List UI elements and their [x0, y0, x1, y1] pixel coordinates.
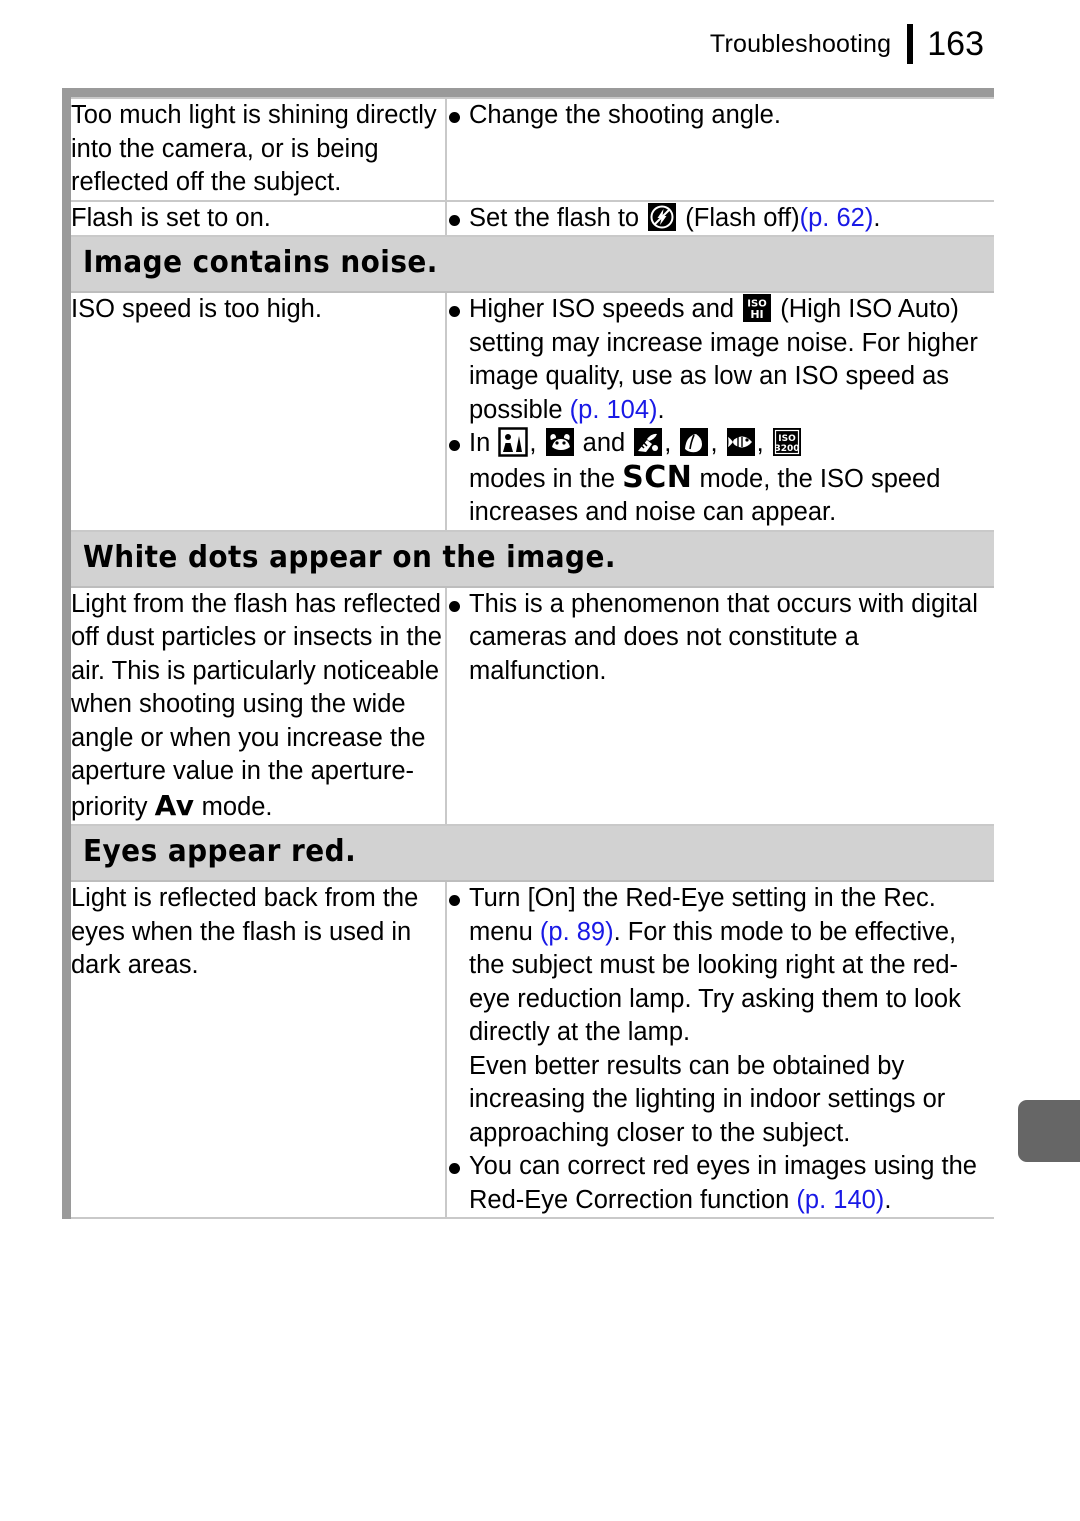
section-title: Image contains noise.: [83, 245, 438, 280]
icon-separator: ,: [529, 429, 537, 457]
page-header: Troubleshooting 163: [710, 22, 984, 66]
remedy-list: Set the flash to (Flash off)(p. 62).: [447, 202, 994, 236]
remedy-text: (Flash off): [685, 203, 800, 232]
page-reference-link[interactable]: (p. 104): [570, 396, 658, 424]
page-reference-link[interactable]: (p. 62): [800, 204, 874, 232]
content-frame: Too much light is shining directly into …: [62, 88, 994, 1219]
section-heading: Image contains noise.: [71, 237, 994, 291]
night-snapshot-icon: [498, 427, 529, 457]
remedy-list: Turn [On] the Red-Eye setting in the Rec…: [447, 882, 994, 1217]
remedy-cell: Turn [On] the Red-Eye setting in the Rec…: [446, 880, 994, 1219]
svg-text:3200: 3200: [774, 444, 799, 454]
section-heading-cell: Eyes appear red.: [71, 824, 994, 882]
header-divider: [907, 24, 914, 64]
cause-cell: Too much light is shining directly into …: [71, 97, 447, 202]
cause-text-tail: mode.: [201, 792, 273, 821]
kids-and-pets-icon: [545, 427, 575, 457]
av-mode-label: Av: [154, 788, 195, 822]
list-item: Set the flash to (Flash off)(p. 62).: [447, 202, 994, 236]
svg-text:HI: HI: [751, 308, 764, 321]
remedy-cell: Higher ISO speeds and ISO HI (High ISO A…: [446, 291, 994, 532]
list-item: This is a phenomenon that occurs with di…: [447, 588, 994, 689]
remedy-text: Set the flash to: [469, 203, 640, 232]
remedy-list: Higher ISO speeds and ISO HI (High ISO A…: [447, 293, 994, 530]
flash-off-icon: [647, 202, 677, 232]
remedy-text: .: [657, 395, 665, 424]
table-row: Light from the flash has reflected off d…: [71, 585, 994, 826]
remedy-list: This is a phenomenon that occurs with di…: [447, 588, 994, 689]
page-reference-link[interactable]: (p. 89): [540, 918, 614, 946]
underwater-icon: [726, 427, 756, 457]
table-row: Flash is set to on. Set the flash to (Fl…: [71, 199, 994, 237]
page-number: 163: [927, 25, 984, 63]
iso-3200-icon: ISO 3200: [772, 427, 802, 457]
remedy-cell: Set the flash to (Flash off)(p. 62).: [446, 199, 994, 237]
remedy-text: You can correct red eyes in images using…: [469, 1152, 977, 1214]
section-title: White dots appear on the image.: [83, 539, 616, 575]
section-heading-row: White dots appear on the image.: [71, 529, 994, 588]
indoor-icon: [633, 427, 663, 457]
list-item: In , and , , , ISO 3200 modes in the SCN…: [447, 427, 994, 530]
section-heading-row: Eyes appear red.: [71, 824, 994, 882]
scn-mode-label: SCN: [622, 459, 693, 495]
section-title: Eyes appear red.: [83, 834, 357, 869]
remedy-cell: Change the shooting angle.: [446, 97, 994, 202]
list-item: Higher ISO speeds and ISO HI (High ISO A…: [447, 293, 994, 427]
remedy-text: modes in the: [469, 464, 616, 493]
section-heading-cell: Image contains noise.: [71, 235, 994, 293]
troubleshooting-table: Too much light is shining directly into …: [71, 97, 994, 1219]
remedy-text: and: [582, 429, 626, 457]
section-heading-cell: White dots appear on the image.: [71, 529, 994, 588]
remedy-list: Change the shooting angle.: [447, 99, 994, 133]
section-heading: White dots appear on the image.: [71, 532, 994, 586]
table-row: Light is reflected back from the eyes wh…: [71, 880, 994, 1219]
cause-cell: Light from the flash has reflected off d…: [71, 585, 447, 826]
section-heading: Eyes appear red.: [71, 826, 994, 880]
remedy-text: .: [873, 203, 881, 232]
cause-cell: ISO speed is too high.: [71, 291, 447, 532]
cause-text: Light from the flash has reflected off d…: [71, 589, 442, 821]
cause-cell: Flash is set to on.: [71, 199, 447, 237]
foliage-icon: [679, 427, 709, 457]
list-item: Turn [On] the Red-Eye setting in the Rec…: [447, 882, 994, 1050]
svg-text:ISO: ISO: [778, 434, 796, 444]
list-item: Change the shooting angle.: [447, 99, 994, 133]
high-iso-auto-icon: ISO HI: [742, 293, 772, 323]
table-row: ISO speed is too high. Higher ISO speeds…: [71, 291, 994, 532]
list-item-continuation: Even better results can be obtained by i…: [469, 1051, 946, 1147]
section-heading-row: Image contains noise.: [71, 235, 994, 293]
page-title: Troubleshooting: [709, 29, 892, 58]
chapter-edge-tab: [1018, 1100, 1080, 1162]
remedy-text: .: [884, 1185, 892, 1214]
remedy-cell: This is a phenomenon that occurs with di…: [446, 585, 994, 826]
remedy-text: Higher ISO speeds and: [469, 295, 735, 323]
icon-separator: ,: [664, 429, 672, 457]
page-reference-link[interactable]: (p. 140): [796, 1186, 884, 1214]
cause-cell: Light is reflected back from the eyes wh…: [71, 880, 447, 1219]
list-item: You can correct red eyes in images using…: [447, 1150, 994, 1217]
icon-separator: ,: [756, 429, 764, 457]
icon-separator: ,: [710, 429, 718, 457]
remedy-text: In: [469, 429, 491, 457]
table-row: Too much light is shining directly into …: [71, 97, 994, 202]
